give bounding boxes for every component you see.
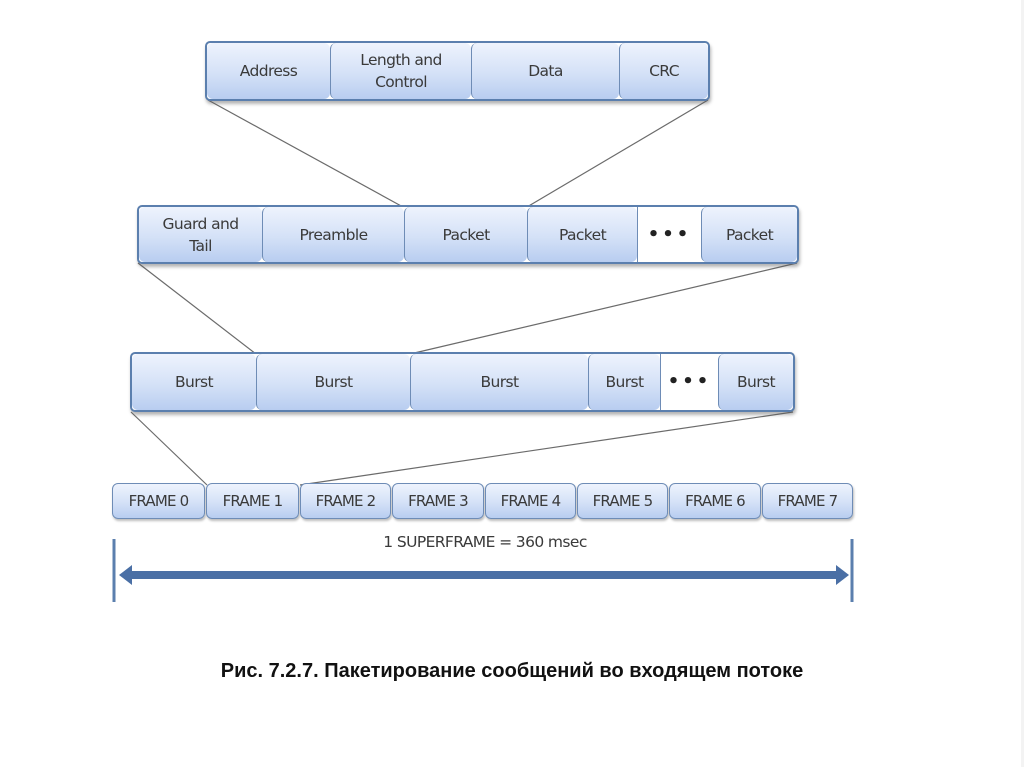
frame-field-burst: Burst [588, 354, 660, 410]
burst-field-packet: Packet [527, 207, 637, 262]
ellipsis-icon: ••• [637, 207, 701, 262]
connector-burst-left [137, 262, 257, 355]
frame-box: FRAME 4 [485, 483, 576, 519]
frame-box: FRAME 0 [112, 483, 205, 519]
packet-field-data: Data [471, 43, 619, 99]
packet-structure-bar: Address Length and Control Data CRC [205, 41, 710, 101]
superframe-arrow [119, 565, 849, 585]
connector-frame-right [299, 411, 794, 486]
frame-box: FRAME 6 [669, 483, 761, 519]
superframe-row: FRAME 0 FRAME 1 FRAME 2 FRAME 3 FRAME 4 … [112, 483, 854, 519]
frame-box: FRAME 2 [300, 483, 391, 519]
frame-box: FRAME 3 [392, 483, 484, 519]
frame-box: FRAME 7 [762, 483, 853, 519]
superframe-duration-label: 1 SUPERFRAME = 360 msec [383, 533, 587, 551]
packet-field-crc: CRC [619, 43, 708, 99]
burst-field-packet: Packet [701, 207, 797, 262]
frame-field-burst: Burst [410, 354, 588, 410]
connector-burst-right [409, 262, 798, 355]
connector-packet-right [526, 99, 709, 208]
connector-frame-left [130, 411, 208, 486]
frame-box: FRAME 5 [577, 483, 668, 519]
frame-structure-bar: Burst Burst Burst Burst ••• Burst [130, 352, 795, 412]
frame-field-burst: Burst [256, 354, 410, 410]
frame-box: FRAME 1 [206, 483, 299, 519]
connector-packet-left [207, 99, 404, 208]
frame-field-burst: Burst [718, 354, 793, 410]
frame-field-burst: Burst [132, 354, 256, 410]
burst-field-preamble: Preamble [262, 207, 404, 262]
burst-field-packet: Packet [404, 207, 527, 262]
burst-structure-bar: Guard and Tail Preamble Packet Packet ••… [137, 205, 799, 264]
burst-field-guard-tail: Guard and Tail [139, 207, 262, 262]
packet-field-length-control: Length and Control [330, 43, 471, 99]
figure-caption: Рис. 7.2.7. Пакетирование сообщений во в… [220, 660, 804, 682]
ellipsis-icon: ••• [660, 354, 718, 410]
packet-field-address: Address [207, 43, 330, 99]
